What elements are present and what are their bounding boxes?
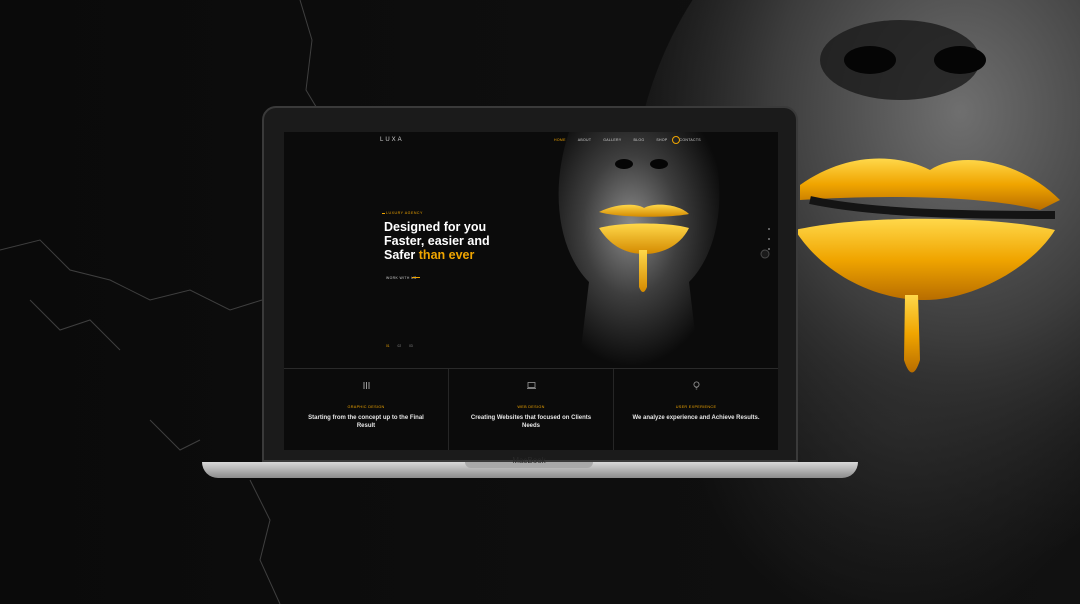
feature-tag: USER EXPERIENCE [675, 405, 717, 409]
slider-pagination: 01 02 03 [386, 344, 413, 348]
search-icon[interactable] [672, 136, 680, 144]
laptop-mockup: LUXA HOME ABOUT GALLERY BLOG SHOP CONTAC… [262, 106, 798, 462]
feature-tag: WEB DESIGN [517, 405, 545, 409]
slide-1[interactable]: 01 [386, 344, 390, 348]
hero-model-image [529, 132, 778, 366]
headline-line-2: Faster, easier and [384, 234, 490, 248]
feature-card: WEB DESIGN Creating Websites that focuse… [449, 369, 614, 450]
headline-highlight: than ever [418, 248, 475, 262]
headline-line-3a: Safer [384, 248, 416, 262]
cta-underline [412, 277, 420, 278]
feature-card: GRAPHIC DESIGN Starting from the concept… [284, 369, 449, 450]
features-row: GRAPHIC DESIGN Starting from the concept… [284, 368, 778, 450]
nav-item-home[interactable]: HOME [554, 138, 566, 142]
device-label: MacBook [512, 456, 546, 465]
headline-line-1: Designed for you [384, 220, 487, 234]
feature-text: Creating Websites that focused on Client… [470, 415, 592, 429]
nav-item-shop[interactable]: SHOP [656, 138, 667, 142]
social-dot[interactable] [768, 228, 770, 230]
lightbulb-icon [693, 381, 699, 390]
feature-tag: GRAPHIC DESIGN [347, 405, 385, 409]
feature-text: Starting from the concept up to the Fina… [308, 415, 424, 429]
laptop-icon [526, 382, 536, 389]
laptop-screen: LUXA HOME ABOUT GALLERY BLOG SHOP CONTAC… [284, 132, 778, 450]
nav-item-blog[interactable]: BLOG [633, 138, 644, 142]
slide-3[interactable]: 03 [409, 344, 413, 348]
nav-item-gallery[interactable]: GALLERY [603, 138, 621, 142]
site-navbar: LUXA HOME ABOUT GALLERY BLOG SHOP CONTAC… [284, 132, 778, 150]
feature-text: We analyze experience and Achieve Result… [632, 415, 760, 421]
hero-headline: Designed for you Faster, easier and Safe… [384, 220, 490, 262]
nav-item-contacts[interactable]: CONTACTS [680, 138, 701, 142]
side-social-dots [768, 228, 770, 250]
brush-tools-icon [363, 382, 369, 389]
social-dot[interactable] [768, 238, 770, 240]
site-logo[interactable]: LUXA [380, 137, 404, 143]
slide-2[interactable]: 02 [398, 344, 402, 348]
social-dot[interactable] [768, 248, 770, 250]
nav-item-about[interactable]: ABOUT [578, 138, 592, 142]
feature-card: USER EXPERIENCE We analyze experience an… [614, 369, 778, 450]
hero-kicker: LUXURY AGENCY [386, 211, 423, 215]
kicker-line [382, 213, 385, 214]
